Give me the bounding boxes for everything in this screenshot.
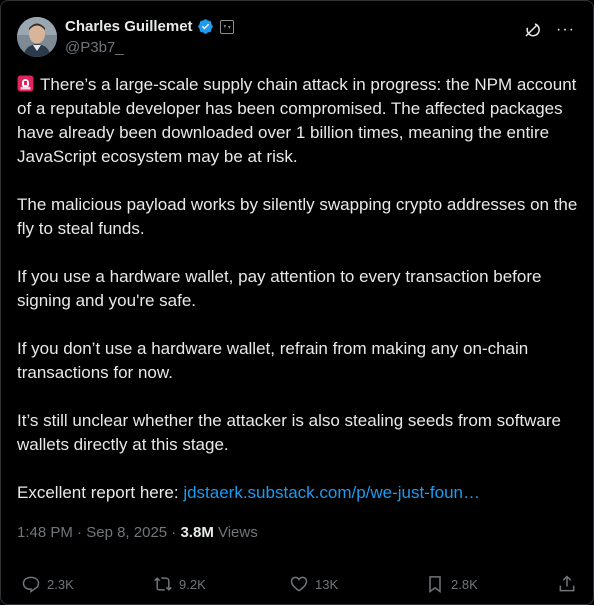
verified-badge-icon[interactable] <box>197 18 214 35</box>
bookmark-icon <box>429 576 441 593</box>
avatar-image <box>17 17 57 57</box>
views-label: Views <box>213 524 258 541</box>
post-time[interactable]: 1:48 PM <box>17 524 73 541</box>
name-row: Charles Guillemet <box>65 17 234 36</box>
paragraph-text: There’s a large-scale supply chain attac… <box>17 75 582 166</box>
bookmark-count: 2.8K <box>451 576 478 592</box>
post-header: Charles Guillemet @P3b7_ ··· <box>17 15 581 59</box>
repost-button[interactable]: 9.2K <box>153 574 206 594</box>
reply-button[interactable]: 2.3K <box>21 574 74 594</box>
report-link[interactable]: jdstaerk.substack.com/p/we-just-foun… <box>183 483 480 502</box>
post-paragraph-2: The malicious payload works by silently … <box>17 195 583 238</box>
reply-icon <box>22 576 40 593</box>
grok-icon[interactable] <box>522 20 542 40</box>
post-date[interactable]: Sep 8, 2025 <box>86 524 167 541</box>
post-paragraph-6: Excellent report here: jdstaerk.substack… <box>17 481 579 505</box>
share-button[interactable] <box>557 574 577 594</box>
bookmark-button[interactable]: 2.8K <box>425 574 478 594</box>
siren-icon <box>17 75 34 92</box>
display-name[interactable]: Charles Guillemet <box>65 17 193 36</box>
repost-count: 9.2K <box>179 576 206 592</box>
post-card: Charles Guillemet @P3b7_ ··· There’s a l… <box>0 0 594 605</box>
views-count[interactable]: 3.8M <box>180 524 213 541</box>
post-text: There’s a large-scale supply chain attac… <box>17 73 579 529</box>
report-prefix: Excellent report here: <box>17 483 184 502</box>
post-paragraph-1: There’s a large-scale supply chain attac… <box>17 73 579 169</box>
affiliate-badge-icon[interactable] <box>219 19 234 34</box>
post-paragraph-4: If you don’t use a hardware wallet, refr… <box>17 339 533 382</box>
heart-icon <box>290 576 308 592</box>
action-bar: 2.3K 9.2K 13K 2.8K <box>17 571 577 597</box>
meta-separator: · <box>167 524 181 541</box>
avatar[interactable] <box>17 17 57 57</box>
header-actions: ··· <box>522 20 581 40</box>
meta-separator: · <box>72 524 87 541</box>
more-options-button[interactable]: ··· <box>556 20 575 40</box>
repost-icon <box>154 577 172 591</box>
post-paragraph-3: If you use a hardware wallet, pay attent… <box>17 267 547 310</box>
reply-count: 2.3K <box>47 576 74 592</box>
author-names: Charles Guillemet @P3b7_ <box>65 17 234 57</box>
post-paragraph-5: It’s still unclear whether the attacker … <box>17 411 566 454</box>
like-button[interactable]: 13K <box>289 574 338 594</box>
author-handle[interactable]: @P3b7_ <box>65 38 234 57</box>
share-icon <box>559 575 575 592</box>
post-meta: 1:48 PM · Sep 8, 2025 · 3.8M Views <box>17 523 258 543</box>
like-count: 13K <box>315 576 339 592</box>
